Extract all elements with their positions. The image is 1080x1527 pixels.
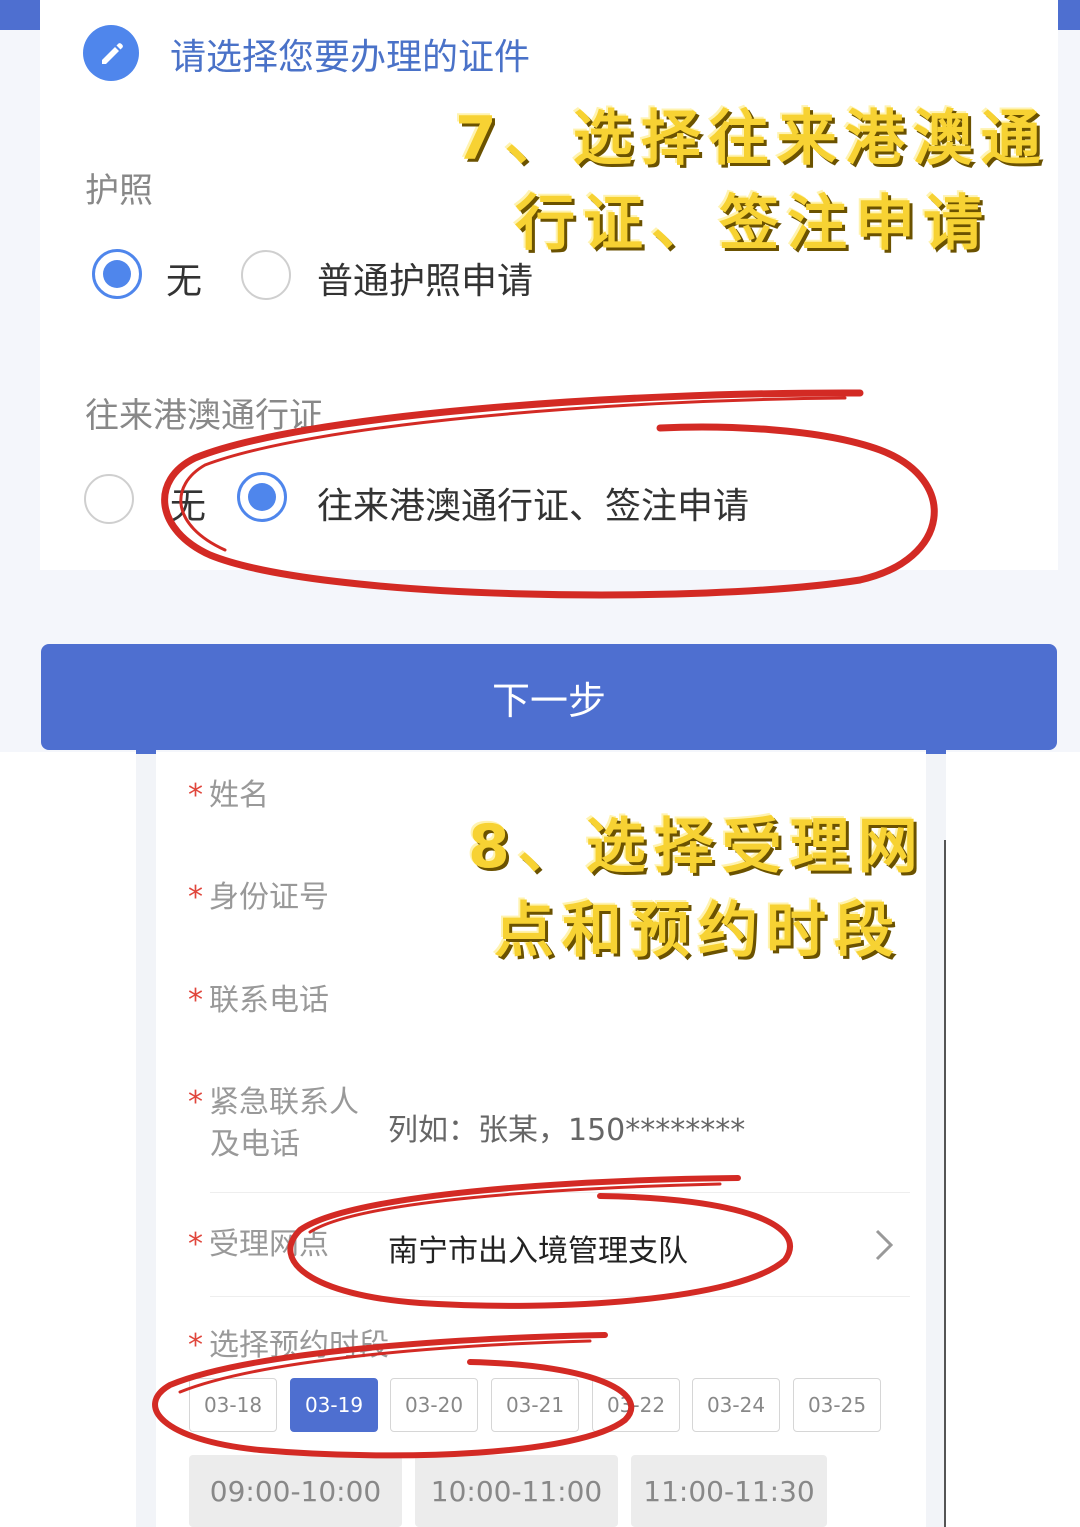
step8-caption-line1: 8、选择受理网 — [468, 812, 926, 882]
step7-caption-line1: 7、选择往来港澳通 — [455, 104, 1049, 174]
step7-caption-line2: 行证、签注申请 — [515, 189, 991, 259]
step8-caption-line2: 点和预约时段 — [494, 896, 902, 966]
